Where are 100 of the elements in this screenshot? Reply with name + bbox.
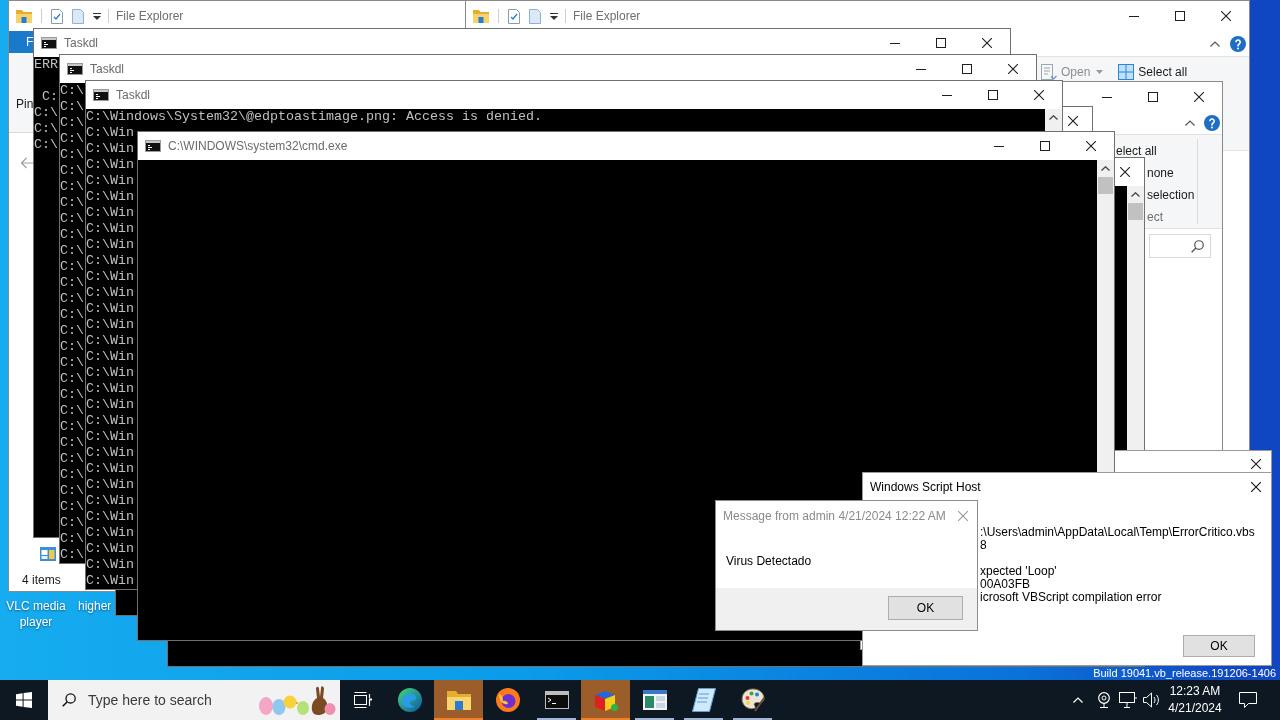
console-line: C:\Win — [86, 141, 134, 157]
console-line: C:\Win — [86, 365, 134, 381]
help-icon[interactable] — [1230, 35, 1246, 52]
close-icon — [1221, 11, 1231, 21]
back-arrow-icon[interactable] — [20, 157, 34, 169]
build-info-text: Build 19041.vb_release.191206-1406 — [1093, 667, 1276, 679]
ribbon-button[interactable]: selection — [1147, 186, 1195, 204]
help-icon[interactable] — [1204, 115, 1220, 131]
console-line: C:\ — [60, 195, 84, 211]
console-line: C:\Win — [86, 509, 134, 525]
console-icon — [93, 89, 109, 101]
console-line: C:\Win — [86, 525, 134, 541]
console-icon — [145, 140, 161, 152]
console-line: C:\ — [60, 531, 84, 547]
close-icon — [1251, 459, 1261, 469]
select-all-button[interactable]: Select all — [1118, 63, 1188, 81]
console-line: C:\Win — [86, 381, 134, 397]
search-icon — [62, 693, 76, 707]
search-box[interactable]: Type here to search — [48, 680, 340, 720]
console-line: C:\ — [60, 547, 84, 563]
checked-document-icon[interactable] — [508, 8, 520, 24]
console-line: C:\ — [60, 307, 84, 323]
console-line: C:\Win — [86, 541, 134, 557]
window-title: File Explorer — [573, 8, 641, 25]
chevron-up-icon[interactable] — [1210, 40, 1220, 47]
minimize-icon — [1102, 96, 1112, 98]
console-line: C:\Windows\System32\@edptoastimage.png: Access is denied. — [86, 109, 542, 125]
console-line: C:\Win — [86, 205, 134, 221]
console-line: C: — [41, 89, 58, 105]
close-icon — [1086, 141, 1096, 151]
window-title: File Explorer — [116, 8, 184, 25]
console-line: C:\Win — [86, 317, 134, 333]
ok-button[interactable]: OK — [888, 596, 963, 620]
console-line: C:\ — [60, 483, 84, 499]
console-line: C:\ — [60, 403, 84, 419]
console-line: C:\ — [60, 323, 84, 339]
maximize-icon — [962, 64, 972, 74]
search-field[interactable] — [1149, 234, 1211, 258]
folder-icon — [473, 9, 489, 23]
console-icon — [41, 37, 57, 49]
close-icon — [1120, 167, 1130, 177]
console-line: C:\Win — [86, 413, 134, 429]
console-line: C:\ — [60, 227, 84, 243]
chevron-up-icon — [1131, 192, 1140, 197]
minimize-icon — [916, 68, 926, 70]
volume-icon[interactable] — [1143, 692, 1161, 708]
error-detail-text: icrosoft VBScript compilation error — [980, 591, 1162, 604]
console-line: C:\Win — [86, 125, 134, 141]
chevron-up-icon — [1101, 166, 1110, 171]
close-icon — [1034, 90, 1044, 100]
search-input[interactable]: Type here to search — [88, 689, 238, 711]
dropdown-caret-icon[interactable] — [550, 12, 558, 20]
webcam-icon[interactable] — [1098, 692, 1110, 708]
console-line: C:\Win — [86, 397, 134, 413]
chevron-up-icon — [1049, 115, 1058, 120]
fox-globe-icon — [495, 688, 520, 712]
ribbon-button[interactable]: none — [1147, 164, 1174, 182]
console-line: C:\Win — [86, 301, 134, 317]
ribbon-button[interactable]: Pin — [16, 97, 34, 111]
scrollbar-thumb[interactable] — [1128, 203, 1143, 220]
dropdown-caret-icon[interactable] — [93, 12, 101, 20]
ok-button[interactable]: OK — [1183, 635, 1255, 657]
file-tab[interactable]: F — [9, 31, 33, 53]
chevron-up-icon[interactable] — [1185, 120, 1195, 126]
close-icon — [1008, 64, 1018, 74]
status-text: 4 items — [22, 572, 61, 589]
console-icon — [67, 63, 83, 75]
console-line: C:\ — [34, 121, 58, 137]
network-icon[interactable] — [1119, 692, 1137, 708]
console-line: C:\ — [34, 105, 58, 121]
window-icon — [642, 690, 667, 710]
console-line: C:\Win — [86, 269, 134, 285]
window-title: C:\WINDOWS\system32\cmd.exe — [168, 138, 348, 155]
ribbon-button[interactable]: elect all — [1116, 142, 1157, 160]
error-detail-text: :\Users\admin\AppData\Local\Temp\ErrorCritico.vbs — [980, 526, 1255, 539]
paper-icon — [691, 688, 716, 712]
console-line: C:\ — [60, 83, 84, 99]
scrollbar-thumb[interactable] — [1098, 177, 1113, 194]
console-line: C:\Win — [86, 173, 134, 189]
console-line: C:\Win — [86, 253, 134, 269]
console-line: C:\ — [60, 499, 84, 515]
console-line: C:\Win — [86, 189, 134, 205]
console-line: C:\Win — [86, 445, 134, 461]
console-line: C:\ — [60, 131, 84, 147]
folder-icon — [16, 9, 32, 23]
window-title: Taskdl — [64, 35, 98, 52]
minimize-icon — [890, 42, 900, 44]
console-line: C:\ — [60, 163, 84, 179]
close-icon — [1068, 116, 1078, 126]
console-line: C:\ — [60, 387, 84, 403]
task-view-icon — [353, 692, 372, 708]
console-line: C:\ — [60, 179, 84, 195]
dialog-title: Windows Script Host — [870, 479, 981, 496]
minimize-icon — [942, 94, 952, 96]
checked-document-icon[interactable] — [51, 8, 63, 24]
console-line: C:\Win — [86, 157, 134, 173]
console-line: C:\Win — [86, 557, 134, 573]
clock-button[interactable]: 12:23 AM 4/21/2024 — [1164, 680, 1226, 720]
error-detail-text: 8 — [980, 539, 987, 552]
console-line: C:\Win — [86, 285, 134, 301]
